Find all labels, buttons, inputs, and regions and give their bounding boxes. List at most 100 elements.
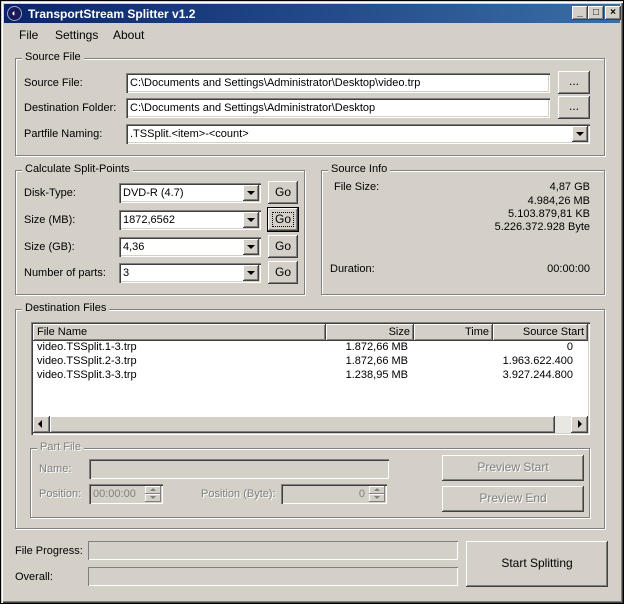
file-size-byte: 5.226.372.928 Byte bbox=[494, 221, 590, 233]
row-size: 1.872,66 MB bbox=[345, 355, 408, 367]
file-progress-bar bbox=[88, 541, 458, 560]
row-size: 1.872,66 MB bbox=[345, 341, 408, 353]
scroll-thumb[interactable] bbox=[50, 416, 555, 433]
position-label: Position: bbox=[39, 488, 82, 500]
title-bar[interactable]: ◐ TransportStream Splitter v1.2 _ □ × bbox=[4, 4, 621, 23]
column-header-size[interactable]: Size bbox=[326, 324, 414, 341]
spin-up-icon bbox=[145, 486, 161, 494]
position-byte-spinner bbox=[369, 486, 385, 502]
column-header-file-name[interactable]: File Name bbox=[33, 324, 326, 341]
destination-folder-input[interactable]: C:\Documents and Settings\Administrator\… bbox=[126, 98, 550, 118]
column-header-source-start[interactable]: Source Start bbox=[493, 324, 588, 341]
partfile-naming-select[interactable]: .TSSplit.<item>-<count> bbox=[126, 124, 590, 144]
source-file-group-title: Source File bbox=[22, 51, 84, 63]
table-row[interactable]: video.TSSplit.3-3.trp 1.238,95 MB 3.927.… bbox=[33, 369, 603, 383]
close-button[interactable]: × bbox=[605, 6, 621, 20]
scroll-right-button[interactable] bbox=[571, 416, 588, 433]
scroll-left-button[interactable] bbox=[33, 416, 50, 433]
app-icon[interactable]: ◐ bbox=[7, 6, 22, 21]
go-size-gb-button[interactable]: Go bbox=[268, 235, 298, 258]
table-row[interactable]: video.TSSplit.2-3.trp 1.872,66 MB 1.963.… bbox=[33, 355, 603, 369]
preview-end-button: Preview End bbox=[442, 486, 584, 512]
browse-source-button[interactable]: ... bbox=[558, 71, 590, 94]
chevron-down-icon[interactable] bbox=[572, 126, 588, 142]
position-byte-label: Position (Byte): bbox=[201, 488, 276, 500]
source-info-group: Source Info File Size: 4,87 GB 4.984,26 … bbox=[321, 163, 605, 295]
split-points-group: Calculate Split-Points Disk-Type: DVD-R … bbox=[15, 163, 305, 295]
arrow-left-icon bbox=[38, 420, 42, 428]
position-byte-input: 0 bbox=[281, 484, 387, 504]
window-title: TransportStream Splitter v1.2 bbox=[28, 7, 196, 21]
main-window: ◐ TransportStream Splitter v1.2 _ □ × Fi… bbox=[0, 0, 624, 604]
duration-label: Duration: bbox=[330, 263, 375, 275]
row-source-start: 3.927.244.800 bbox=[502, 369, 573, 381]
disk-type-label: Disk-Type: bbox=[24, 187, 76, 199]
disk-type-select[interactable]: DVD-R (4.7) bbox=[119, 183, 261, 203]
arrow-right-icon bbox=[578, 420, 582, 428]
source-info-group-title: Source Info bbox=[328, 163, 391, 175]
file-size-label: File Size: bbox=[334, 181, 380, 193]
part-file-group: Part File Name: Position: 00:00:00 Posit… bbox=[30, 441, 590, 518]
destination-files-group: Destination Files File Name Size Time So… bbox=[15, 302, 605, 529]
position-value: 00:00:00 bbox=[93, 488, 136, 500]
file-progress-label: File Progress: bbox=[15, 545, 83, 557]
spin-up-icon bbox=[369, 486, 385, 494]
row-file-name: video.TSSplit.1-3.trp bbox=[37, 341, 137, 353]
partfile-naming-value: .TSSplit.<item>-<count> bbox=[130, 128, 249, 140]
minimize-button[interactable]: _ bbox=[572, 6, 588, 20]
go-number-of-parts-button[interactable]: Go bbox=[268, 261, 298, 284]
source-file-input[interactable]: C:\Documents and Settings\Administrator\… bbox=[126, 73, 550, 93]
table-row[interactable]: video.TSSplit.1-3.trp 1.872,66 MB 0 bbox=[33, 341, 603, 355]
size-gb-label: Size (GB): bbox=[24, 241, 75, 253]
size-mb-value: 1872,6562 bbox=[123, 214, 175, 226]
spin-down-icon bbox=[369, 494, 385, 502]
position-spinner bbox=[145, 486, 161, 502]
menu-file[interactable]: File bbox=[19, 28, 38, 42]
split-points-group-title: Calculate Split-Points bbox=[22, 163, 133, 175]
row-file-name: video.TSSplit.2-3.trp bbox=[37, 355, 137, 367]
part-name-label: Name: bbox=[39, 463, 72, 475]
row-size: 1.238,95 MB bbox=[345, 369, 408, 381]
part-file-group-title: Part File bbox=[37, 441, 84, 453]
number-of-parts-label: Number of parts: bbox=[24, 267, 106, 279]
chevron-down-icon[interactable] bbox=[243, 212, 259, 228]
size-gb-value: 4,36 bbox=[123, 241, 145, 253]
size-mb-label: Size (MB): bbox=[24, 214, 76, 226]
destination-folder-label: Destination Folder: bbox=[24, 102, 117, 114]
source-file-group: Source File Source File: C:\Documents an… bbox=[15, 51, 605, 156]
position-byte-value: 0 bbox=[358, 488, 365, 500]
file-size-kb: 5.103.879,81 KB bbox=[508, 208, 590, 220]
maximize-button[interactable]: □ bbox=[588, 6, 604, 20]
go-disk-type-button[interactable]: Go bbox=[268, 181, 298, 204]
preview-start-button: Preview Start bbox=[442, 455, 584, 481]
source-file-label: Source File: bbox=[24, 77, 83, 89]
start-splitting-button[interactable]: Start Splitting bbox=[466, 541, 608, 587]
number-of-parts-value: 3 bbox=[123, 267, 130, 279]
spin-down-icon bbox=[145, 494, 161, 502]
go-size-mb-button[interactable]: Go bbox=[267, 207, 299, 232]
chevron-down-icon[interactable] bbox=[243, 185, 259, 201]
destination-files-list[interactable]: File Name Size Time Source Start video.T… bbox=[31, 322, 590, 435]
menu-bar: File Settings About bbox=[4, 25, 620, 45]
partfile-naming-label: Partfile Naming: bbox=[24, 128, 103, 140]
chevron-down-icon[interactable] bbox=[243, 265, 259, 281]
chevron-down-icon[interactable] bbox=[243, 239, 259, 255]
file-size-gb: 4,87 GB bbox=[549, 181, 590, 193]
disk-type-value: DVD-R (4.7) bbox=[123, 187, 184, 199]
size-gb-select[interactable]: 4,36 bbox=[119, 237, 261, 257]
overall-progress-bar bbox=[88, 567, 458, 586]
overall-label: Overall: bbox=[15, 571, 53, 583]
part-name-input bbox=[89, 459, 389, 479]
column-header-time[interactable]: Time bbox=[414, 324, 493, 341]
row-source-start: 1.963.622.400 bbox=[502, 355, 573, 367]
number-of-parts-select[interactable]: 3 bbox=[119, 263, 261, 283]
menu-about[interactable]: About bbox=[113, 28, 144, 42]
horizontal-scrollbar[interactable] bbox=[33, 416, 588, 433]
browse-destination-button[interactable]: ... bbox=[558, 96, 590, 119]
destination-files-group-title: Destination Files bbox=[22, 302, 110, 314]
file-size-mb: 4.984,26 MB bbox=[527, 195, 590, 207]
menu-settings[interactable]: Settings bbox=[55, 28, 98, 42]
size-mb-select[interactable]: 1872,6562 bbox=[119, 210, 261, 230]
row-file-name: video.TSSplit.3-3.trp bbox=[37, 369, 137, 381]
position-input: 00:00:00 bbox=[89, 484, 163, 504]
